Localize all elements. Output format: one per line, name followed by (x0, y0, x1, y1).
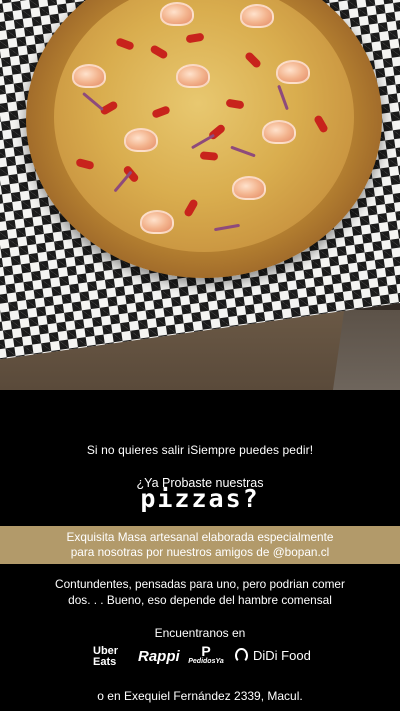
tagline: Si no quieres salir iSiempre puedes pedi… (86, 443, 314, 457)
band-line-1: Exquisita Masa artesanal elaborada espec… (66, 530, 334, 544)
didi-food-text: DiDi Food (253, 648, 311, 663)
shrimp-topping (140, 210, 174, 234)
rappi-logo[interactable]: Rappi (138, 648, 180, 665)
pepper-topping (199, 151, 219, 161)
shrimp-topping (262, 120, 296, 144)
pizzas-heading: pizzas? (140, 484, 260, 513)
delivery-logos: Uber Eats Rappi P PedidosYa DiDi Food (0, 644, 400, 674)
address: o en Exequiel Fernández 2339, Macul. (97, 689, 303, 703)
shrimp-topping (124, 128, 158, 152)
didi-food-logo[interactable]: DiDi Food (234, 648, 311, 663)
band-line-2: para nosotras por nuestros amigos de @bo… (70, 545, 330, 559)
didi-icon (235, 648, 248, 663)
shrimp-topping (176, 64, 210, 88)
description: Contundentes, pensadas para uno, pero po… (0, 576, 400, 608)
pedidosya-logo[interactable]: P PedidosYa (186, 644, 226, 665)
pedidosya-text: PedidosYa (188, 658, 224, 665)
pedidosya-mark: P (201, 643, 211, 659)
description-line-1: Contundentes, pensadas para uno, pero po… (55, 577, 345, 591)
shrimp-topping (240, 4, 274, 28)
find-us-label: Encuentranos en (154, 626, 246, 640)
shrimp-topping (232, 176, 266, 200)
pizza-photo (0, 0, 400, 390)
shrimp-topping (276, 60, 310, 84)
uber-eats-word-2: Eats (93, 656, 117, 668)
uber-eats-logo[interactable]: Uber Eats (93, 646, 118, 668)
shrimp-topping (160, 2, 194, 26)
description-line-2: dos. . . Bueno, eso depende del hambre c… (68, 593, 332, 607)
shrimp-topping (72, 64, 106, 88)
highlight-band: Exquisita Masa artesanal elaborada espec… (0, 526, 400, 564)
